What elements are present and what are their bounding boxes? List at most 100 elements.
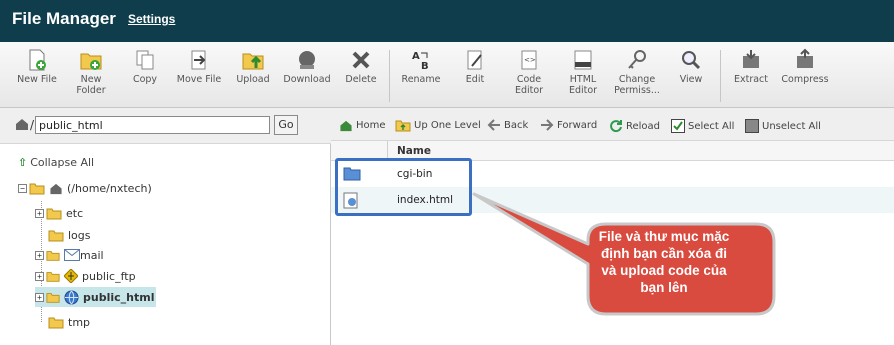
reload-button[interactable]: Reload — [609, 119, 660, 133]
arrow-right-icon — [541, 119, 554, 131]
new-folder-button[interactable]: New Folder — [62, 48, 120, 96]
view-button[interactable]: View — [662, 48, 720, 85]
callout-line-3: và upload code của — [601, 263, 727, 278]
tree-item-public-ftp[interactable]: + public_ftp — [35, 266, 136, 286]
move-file-button[interactable]: Move File — [170, 48, 228, 85]
new-file-icon — [29, 49, 46, 71]
folder-up-icon — [395, 120, 411, 132]
envelope-icon — [64, 249, 80, 261]
callout-line-1: File và thư mục mặc — [598, 229, 730, 244]
html-editor-label-1: HTML — [569, 74, 597, 85]
tree-item-label: public_ftp — [82, 269, 136, 283]
folder-icon — [46, 250, 60, 261]
callout-line-2: định bạn cần xóa đi — [600, 246, 727, 261]
code-editor-icon: <> — [521, 50, 537, 70]
home-icon — [16, 119, 28, 130]
collapse-toggle-icon: − — [18, 183, 27, 193]
delete-button[interactable]: Delete — [332, 48, 390, 85]
download-icon — [299, 51, 315, 69]
tree-item-label: public_html — [83, 290, 155, 304]
globe-icon — [64, 290, 79, 304]
tree-item-label: logs — [68, 228, 91, 242]
open-folder-icon — [29, 183, 45, 194]
copy-icon — [136, 50, 154, 70]
files-highlight-box — [335, 158, 472, 216]
forward-button[interactable]: Forward — [540, 119, 597, 131]
settings-link[interactable]: Settings — [128, 12, 175, 26]
checkbox-checked-icon — [671, 119, 685, 133]
tree-item-public-html[interactable]: + public_html — [35, 287, 157, 307]
up-one-level-label: Up One Level — [414, 120, 481, 131]
upload-button[interactable]: Upload — [224, 48, 282, 85]
tree-item-tmp[interactable]: tmp — [48, 312, 90, 332]
expand-toggle-icon: + — [35, 208, 44, 218]
toolbar-divider — [389, 50, 390, 102]
svg-text:B: B — [421, 61, 429, 72]
download-button[interactable]: Download — [278, 48, 336, 85]
edit-button[interactable]: Edit — [446, 48, 504, 85]
reload-icon — [610, 120, 622, 133]
root-label: (/home/nxtech) — [67, 181, 152, 195]
upload-label: Upload — [236, 74, 270, 85]
extract-icon — [743, 50, 759, 68]
select-all-label: Select All — [688, 120, 735, 132]
path-input[interactable] — [35, 116, 270, 134]
compress-icon — [797, 48, 813, 68]
go-button[interactable]: Go — [274, 115, 298, 135]
move-file-icon — [191, 50, 206, 70]
compress-label: Compress — [781, 74, 829, 85]
select-all-button[interactable]: Select All — [671, 119, 734, 133]
collapse-all-label: Collapse All — [30, 156, 95, 169]
edit-label: Edit — [465, 74, 485, 85]
home-button[interactable]: Home — [339, 119, 386, 132]
path-bar: / Go — [0, 108, 331, 144]
code-editor-label-1: Code — [516, 74, 542, 85]
tree-root[interactable]: − (/home/nxtech) — [18, 178, 152, 198]
folder-icon — [48, 317, 64, 328]
rename-button[interactable]: AB Rename — [392, 48, 450, 85]
expand-toggle-icon: + — [35, 271, 44, 281]
html-editor-button[interactable]: HTML Editor — [554, 48, 612, 96]
path-slash: / — [30, 118, 35, 132]
callout-line-4: bạn lên — [640, 280, 688, 295]
home-icon — [50, 183, 62, 194]
copy-button[interactable]: Copy — [116, 48, 174, 85]
rename-label: Rename — [401, 74, 441, 85]
extract-label: Extract — [733, 74, 769, 85]
compress-button[interactable]: Compress — [776, 48, 834, 85]
up-one-level-button[interactable]: Up One Level — [395, 119, 481, 132]
new-folder-label-1: New — [80, 74, 102, 85]
extract-button[interactable]: Extract — [722, 48, 780, 85]
back-button[interactable]: Back — [487, 119, 528, 131]
tree-item-etc[interactable]: + etc — [35, 203, 83, 223]
expand-toggle-icon: + — [35, 250, 44, 260]
move-file-label: Move File — [176, 74, 222, 85]
tree-item-mail[interactable]: + mail — [35, 245, 104, 265]
expand-toggle-icon: + — [35, 292, 44, 302]
toolbar-divider-2 — [720, 50, 721, 102]
delete-label: Delete — [345, 74, 377, 85]
callout-text: File và thư mục mặc định bạn cần xóa đi … — [560, 228, 768, 296]
svg-text:A: A — [412, 51, 420, 62]
edit-icon — [467, 50, 482, 70]
change-permissions-label-1: Change — [618, 74, 656, 85]
change-permissions-button[interactable]: Change Permiss... — [608, 48, 666, 96]
collapse-all-link[interactable]: ⇧ Collapse All — [18, 156, 94, 169]
folder-icon — [48, 230, 64, 241]
tree-item-label: mail — [80, 248, 104, 262]
app-title: File Manager — [12, 9, 116, 28]
unselect-all-button[interactable]: Unselect All — [745, 119, 821, 133]
folder-icon — [46, 208, 62, 219]
tree-item-label: etc — [66, 206, 84, 220]
copy-label: Copy — [132, 74, 158, 85]
magnifier-icon — [682, 51, 701, 70]
toolbar: New File New Folder Copy Move File Uploa… — [0, 42, 894, 108]
download-label: Download — [283, 74, 331, 85]
name-column-header[interactable]: Name — [397, 145, 431, 157]
reload-label: Reload — [626, 120, 661, 132]
tree-item-label: tmp — [68, 315, 91, 329]
new-file-button[interactable]: New File — [8, 48, 66, 85]
back-label: Back — [504, 119, 529, 131]
tree-item-logs[interactable]: logs — [48, 225, 91, 245]
code-editor-button[interactable]: <> Code Editor — [500, 48, 558, 96]
